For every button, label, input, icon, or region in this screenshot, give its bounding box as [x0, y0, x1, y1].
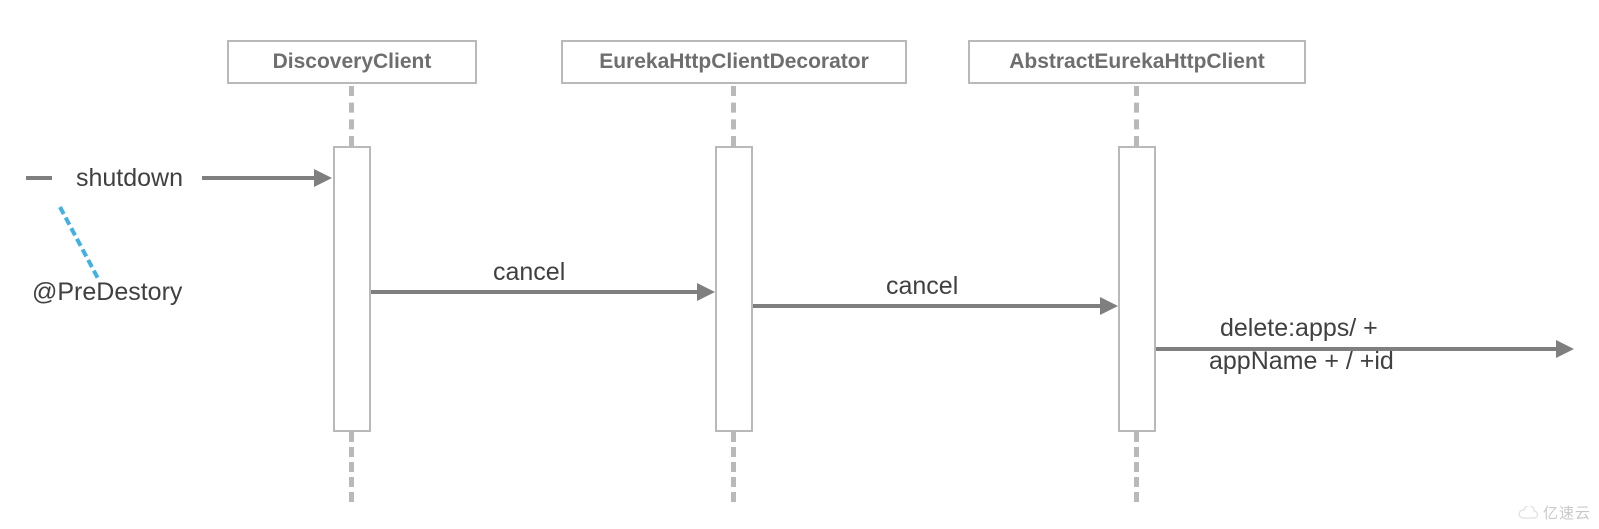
watermark: 亿速云: [1517, 502, 1591, 523]
lifeline-dash: [731, 86, 736, 146]
lifeline-dash: [349, 432, 354, 502]
cloud-icon: [1517, 506, 1539, 520]
arrow-head-icon: [697, 283, 715, 301]
arrow-head-icon: [1100, 297, 1118, 315]
message-cancel2-label: cancel: [886, 272, 958, 301]
lifeline-dash: [349, 86, 354, 146]
activation-bar: [715, 146, 753, 432]
participant-label: DiscoveryClient: [273, 50, 432, 73]
lifeline-dash: [731, 432, 736, 502]
activation-bar: [1118, 146, 1156, 432]
participant-discovery-client: DiscoveryClient: [227, 40, 477, 84]
arrow-head-icon: [1556, 340, 1574, 358]
participant-label: EurekaHttpClientDecorator: [599, 50, 869, 73]
participant-abstract-eureka-http: AbstractEurekaHttpClient: [968, 40, 1306, 84]
message-shutdown-label: shutdown: [76, 164, 183, 193]
arrow-head-icon: [314, 169, 332, 187]
message-delete-line2: appName + / +id: [1209, 347, 1394, 376]
predestroy-connector: [58, 206, 99, 279]
lifeline-dash: [1134, 432, 1139, 502]
arrow-shutdown: [202, 176, 314, 180]
tick-mark: [26, 176, 52, 180]
arrow-cancel-1: [371, 290, 697, 294]
predestroy-label: @PreDestory: [32, 278, 182, 307]
participant-label: AbstractEurekaHttpClient: [1009, 50, 1265, 73]
message-cancel1-label: cancel: [493, 258, 565, 287]
message-delete-line1: delete:apps/ +: [1220, 314, 1378, 343]
arrow-cancel-2: [753, 304, 1100, 308]
activation-bar: [333, 146, 371, 432]
participant-eureka-http-decorator: EurekaHttpClientDecorator: [561, 40, 907, 84]
lifeline-dash: [1134, 86, 1139, 146]
watermark-text: 亿速云: [1543, 502, 1591, 523]
